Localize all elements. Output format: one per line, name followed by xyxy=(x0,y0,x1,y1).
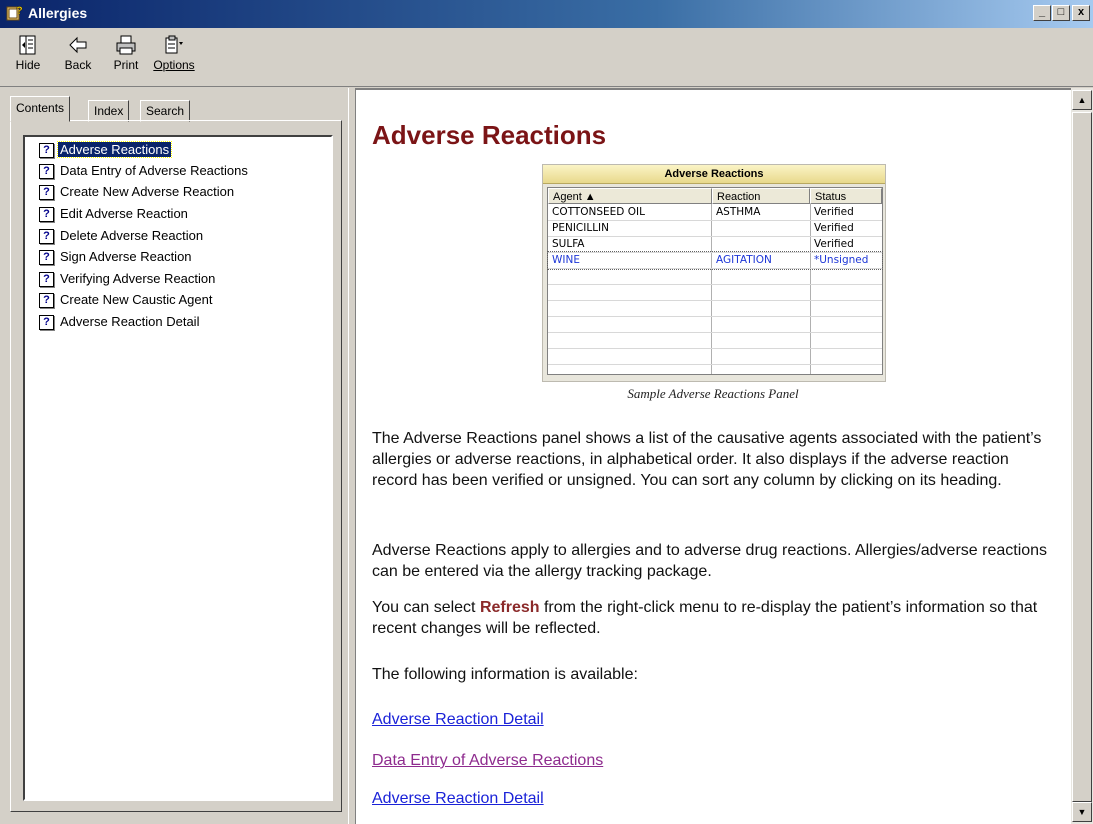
help-topic-icon: ? xyxy=(39,293,54,309)
help-topic-icon: ? xyxy=(39,164,54,180)
help-topic-icon: ? xyxy=(39,207,54,223)
table-row: SULFA Verified xyxy=(548,236,882,253)
minimize-button[interactable]: _ xyxy=(1033,5,1051,21)
tab-contents[interactable]: Contents xyxy=(10,96,71,122)
panel-title: Adverse Reactions xyxy=(543,165,885,184)
scroll-down-button[interactable]: ▼ xyxy=(1072,802,1092,822)
tree-item-detail[interactable]: ? Adverse Reaction Detail xyxy=(39,313,201,331)
back-arrow-icon xyxy=(69,36,87,54)
back-button[interactable]: Back xyxy=(54,30,102,82)
svg-text:?: ? xyxy=(16,5,23,17)
help-topic-icon: ? xyxy=(39,185,54,201)
hide-pane-icon xyxy=(19,35,36,55)
column-header-agent: Agent ▲ xyxy=(548,188,712,204)
tab-index[interactable]: Index xyxy=(88,100,130,122)
table-row: WINE AGITATION *Unsigned xyxy=(547,251,883,270)
help-book-icon: ? xyxy=(6,5,23,21)
close-button[interactable]: x xyxy=(1072,5,1090,21)
options-icon xyxy=(165,35,183,54)
link-adverse-reaction-detail[interactable]: Adverse Reaction Detail xyxy=(372,711,544,729)
empty-row xyxy=(548,332,882,349)
help-topic-icon: ? xyxy=(39,250,54,266)
hide-label: Hide xyxy=(15,58,41,72)
maximize-button[interactable]: □ xyxy=(1052,5,1070,21)
column-header-status: Status xyxy=(810,188,882,204)
empty-row xyxy=(548,300,882,317)
cell-agent: COTTONSEED OIL xyxy=(552,206,645,218)
tree-item-create-new[interactable]: ? Create New Adverse Reaction xyxy=(39,183,236,201)
help-topic-icon: ? xyxy=(39,229,54,245)
empty-row xyxy=(548,284,882,301)
printer-icon xyxy=(116,35,136,55)
link-adverse-reaction-detail-2[interactable]: Adverse Reaction Detail xyxy=(372,790,544,808)
topic-content: Adverse Reactions Adverse Reactions Agen… xyxy=(356,88,1071,824)
cell-status: Verified xyxy=(814,238,854,250)
hide-button[interactable]: Hide xyxy=(4,30,52,82)
tree-item-data-entry[interactable]: ? Data Entry of Adverse Reactions xyxy=(39,162,250,180)
cell-status: Verified xyxy=(814,222,854,234)
scroll-thumb[interactable] xyxy=(1072,112,1092,802)
help-topic-icon: ? xyxy=(39,315,54,331)
paragraph-refresh: You can select Refresh from the right-cl… xyxy=(372,599,1038,637)
tree-item-adverse-reactions[interactable]: ? Adverse Reactions xyxy=(39,141,173,159)
page-title: Adverse Reactions xyxy=(372,120,607,150)
vertical-scrollbar[interactable]: ▲ ▼ xyxy=(1071,88,1093,824)
table-row: COTTONSEED OIL ASTHMA Verified xyxy=(548,204,882,221)
cell-agent: SULFA xyxy=(552,238,585,250)
cell-reaction xyxy=(712,236,716,252)
help-topic-icon: ? xyxy=(39,272,54,288)
table-row: PENICILLIN Verified xyxy=(548,220,882,237)
tree-item-verifying[interactable]: ? Verifying Adverse Reaction xyxy=(39,270,217,288)
link-data-entry[interactable]: Data Entry of Adverse Reactions xyxy=(372,752,603,770)
options-button[interactable]: Options xyxy=(150,30,198,82)
cell-agent: PENICILLIN xyxy=(552,222,609,234)
cell-status: Verified xyxy=(814,206,854,218)
options-label: Options xyxy=(153,58,195,72)
empty-row xyxy=(548,268,882,285)
tree-item-caustic-agent[interactable]: ? Create New Caustic Agent xyxy=(39,291,214,309)
pane-splitter[interactable] xyxy=(348,88,356,824)
cell-reaction: ASTHMA xyxy=(716,206,761,218)
help-topic-icon: ? xyxy=(39,143,54,159)
toolbar: Hide Back Print Options xyxy=(0,28,1093,87)
contents-tree[interactable]: ? Adverse Reactions ? Data Entry of Advers… xyxy=(23,135,333,801)
window-title: Allergies xyxy=(28,5,88,21)
adverse-reactions-grid: Agent ▲ Reaction Status COTTONSEED OIL A… xyxy=(547,187,883,375)
paragraph-applies-to: Adverse Reactions apply to allergies and… xyxy=(372,542,1048,580)
navigation-pane: Contents Index Search ? Adverse Reactions… xyxy=(0,88,348,824)
contents-panel: ? Adverse Reactions ? Data Entry of Advers… xyxy=(10,120,342,812)
sample-panel-image: Adverse Reactions Agent ▲ Reaction Statu… xyxy=(542,164,886,382)
tree-item-sign[interactable]: ? Sign Adverse Reaction xyxy=(39,248,194,266)
back-label: Back xyxy=(64,58,92,72)
image-caption: Sample Adverse Reactions Panel xyxy=(627,386,799,401)
column-header-reaction: Reaction xyxy=(712,188,810,204)
print-button[interactable]: Print xyxy=(102,30,150,82)
empty-row xyxy=(548,316,882,333)
print-label: Print xyxy=(113,58,139,72)
paragraph-description: The Adverse Reactions panel shows a list… xyxy=(372,430,1042,489)
scroll-up-button[interactable]: ▲ xyxy=(1072,90,1092,110)
empty-row xyxy=(548,348,882,365)
tab-search[interactable]: Search xyxy=(140,100,191,122)
cell-reaction: AGITATION xyxy=(716,254,772,266)
refresh-keyword: Refresh xyxy=(479,599,540,616)
cell-agent: WINE xyxy=(552,254,580,266)
tree-item-delete[interactable]: ? Delete Adverse Reaction xyxy=(39,227,205,245)
tree-item-edit[interactable]: ? Edit Adverse Reaction xyxy=(39,205,190,223)
cell-status: *Unsigned xyxy=(814,254,869,266)
title-bar: ? Allergies _ □ x xyxy=(0,0,1093,28)
cell-reaction xyxy=(712,220,716,236)
paragraph-info-available: The following information is available: xyxy=(372,666,638,683)
